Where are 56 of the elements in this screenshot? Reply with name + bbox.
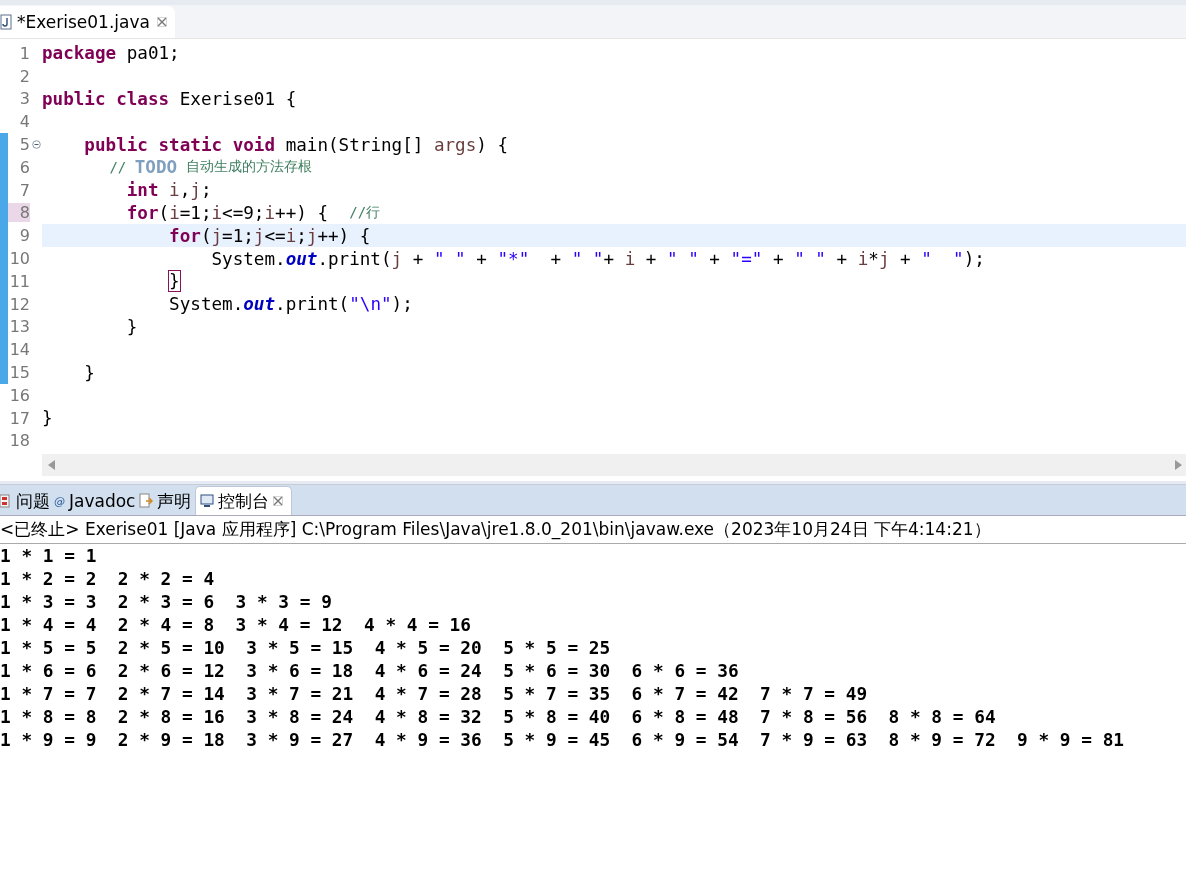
line-number: 9 bbox=[18, 226, 30, 246]
line-number: 13 bbox=[8, 317, 30, 337]
line-number: 1 bbox=[18, 43, 30, 63]
line-number: 3 bbox=[18, 89, 30, 109]
problems-icon bbox=[0, 494, 12, 509]
code-line: int i,j; bbox=[125, 179, 213, 202]
horizontal-scrollbar[interactable] bbox=[42, 454, 1186, 477]
line-number: 16 bbox=[8, 385, 30, 405]
panel-tab[interactable]: 声明 bbox=[139, 487, 196, 516]
code-line: } bbox=[125, 315, 139, 339]
code-line: // TODO 自动生成的方法存根 bbox=[108, 156, 313, 179]
line-number: 18 bbox=[8, 431, 30, 451]
line-number: 7 bbox=[18, 180, 30, 200]
line-number: 14 bbox=[8, 340, 30, 360]
console-output-line: 1 * 6 = 6 2 * 6 = 12 3 * 6 = 18 4 * 6 = 24 5 * 6 = 30 6 * 6 = 36 bbox=[0, 659, 740, 683]
code-line: System.out.print("\n"); bbox=[168, 293, 414, 316]
console-output-line: 1 * 9 = 9 2 * 9 = 18 3 * 9 = 27 4 * 9 = 36 5 * 9 = 45 6 * 9 = 54 7 * 9 = 63 8 * 9 = 72 9 * 9 = 81 bbox=[0, 728, 1126, 752]
line-number: 10 bbox=[8, 249, 30, 269]
code-line: for(i=1;i<=9;i++) { //行 bbox=[125, 201, 382, 225]
console-output-line: 1 * 3 = 3 2 * 3 = 6 3 * 3 = 9 bbox=[0, 590, 333, 614]
console-output-line: 1 * 2 = 2 2 * 2 = 4 bbox=[0, 567, 216, 591]
line-number: 8 bbox=[8, 203, 30, 223]
console-output-line: 1 * 8 = 8 2 * 8 = 16 3 * 8 = 24 4 * 8 = 32 5 * 8 = 40 6 * 8 = 48 7 * 8 = 56 8 * 8 = 64 bbox=[0, 705, 997, 729]
panel-tab[interactable]: 控制台 bbox=[195, 486, 293, 516]
line-number: 4 bbox=[18, 112, 30, 132]
line-number: 6 bbox=[18, 157, 30, 177]
line-number: 11 bbox=[8, 271, 30, 291]
console-output-line: 1 * 1 = 1 bbox=[0, 544, 98, 568]
code-line: } bbox=[83, 361, 96, 384]
line-number: 5 bbox=[18, 135, 30, 155]
java-file-icon bbox=[0, 14, 12, 30]
code-line: package pa01; bbox=[42, 42, 181, 65]
collapse-icon[interactable] bbox=[31, 140, 41, 150]
code-line: public static void main(String[] args) { bbox=[83, 133, 510, 156]
code-line: System.out.print(j + " " + "*" + " "+ i + " " + "=" + " " + i*j + " "); bbox=[210, 247, 986, 270]
close-icon[interactable] bbox=[156, 17, 167, 27]
line-number: 15 bbox=[8, 363, 30, 383]
editor-tab[interactable]: *Exerise01.java bbox=[0, 6, 175, 38]
console-output-line: 1 * 7 = 7 2 * 7 = 14 3 * 7 = 21 4 * 7 = 28 5 * 7 = 35 6 * 7 = 42 7 * 7 = 49 bbox=[0, 682, 869, 706]
code-line: } bbox=[42, 407, 54, 430]
panel-tab[interactable]: @ Javadoc bbox=[54, 487, 140, 516]
line-number: 17 bbox=[8, 408, 30, 428]
console-output-line: 1 * 5 = 5 2 * 5 = 10 3 * 5 = 15 4 * 5 = 20 5 * 5 = 25 bbox=[0, 636, 612, 660]
scroll-right-icon[interactable] bbox=[1174, 460, 1182, 471]
code-line: } bbox=[168, 270, 181, 293]
console-header: <已终止> Exerise01 [Java 应用程序] C:\Program Files\Java\jre1.8.0_201\bin\javaw.exe（2023年10月24日 下午4:14:21） bbox=[0, 516, 1186, 545]
close-icon[interactable] bbox=[273, 496, 284, 507]
at-icon: @ bbox=[54, 494, 65, 508]
line-number: 2 bbox=[18, 66, 30, 86]
line-number: 12 bbox=[8, 294, 30, 314]
code-line: public class Exerise01 { bbox=[42, 88, 298, 111]
monitor-icon bbox=[200, 494, 215, 509]
panel-tab[interactable]: 问题 bbox=[0, 487, 54, 516]
console-output-line: 1 * 4 = 4 2 * 4 = 8 3 * 4 = 12 4 * 4 = 16 bbox=[0, 613, 473, 637]
scroll-left-icon[interactable] bbox=[48, 460, 56, 471]
declaration-icon bbox=[139, 493, 154, 510]
